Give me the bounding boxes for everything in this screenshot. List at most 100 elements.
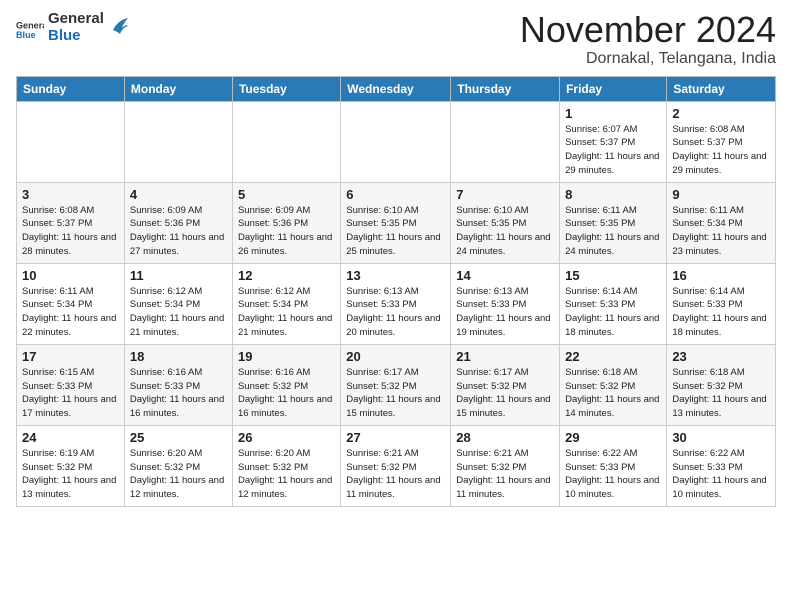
day-info: Sunrise: 6:14 AM Sunset: 5:33 PM Dayligh… <box>565 285 661 340</box>
table-row <box>341 101 451 182</box>
table-row: 11 Sunrise: 6:12 AM Sunset: 5:34 PM Dayli… <box>124 263 232 344</box>
day-info: Sunrise: 6:09 AM Sunset: 5:36 PM Dayligh… <box>130 204 227 259</box>
day-number: 2 <box>672 106 770 121</box>
table-row <box>451 101 560 182</box>
table-row: 7Sunrise: 6:10 AM Sunset: 5:35 PM Daylig… <box>451 182 560 263</box>
day-info: Sunrise: 6:22 AM Sunset: 5:33 PM Dayligh… <box>672 447 770 502</box>
day-number: 29 <box>565 430 661 445</box>
header-tuesday: Tuesday <box>232 76 340 101</box>
header-friday: Friday <box>560 76 667 101</box>
day-info: Sunrise: 6:11 AM Sunset: 5:35 PM Dayligh… <box>565 204 661 259</box>
day-number: 4 <box>130 187 227 202</box>
header: General Blue General Blue November 2024 … <box>16 10 776 68</box>
day-info: Sunrise: 6:10 AM Sunset: 5:35 PM Dayligh… <box>346 204 445 259</box>
svg-text:General: General <box>16 21 44 31</box>
day-info: Sunrise: 6:08 AM Sunset: 5:37 PM Dayligh… <box>672 123 770 178</box>
day-number: 20 <box>346 349 445 364</box>
table-row: 28Sunrise: 6:21 AM Sunset: 5:32 PM Dayli… <box>451 425 560 506</box>
day-number: 13 <box>346 268 445 283</box>
table-row: 6 Sunrise: 6:10 AM Sunset: 5:35 PM Daylig… <box>341 182 451 263</box>
header-wednesday: Wednesday <box>341 76 451 101</box>
day-number: 9 <box>672 187 770 202</box>
day-number: 18 <box>130 349 227 364</box>
day-info: Sunrise: 6:22 AM Sunset: 5:33 PM Dayligh… <box>565 447 661 502</box>
table-row <box>17 101 125 182</box>
table-row: 27 Sunrise: 6:21 AM Sunset: 5:32 PM Dayli… <box>341 425 451 506</box>
table-row: 1 Sunrise: 6:07 AM Sunset: 5:37 PM Daylig… <box>560 101 667 182</box>
table-row: 5 Sunrise: 6:09 AM Sunset: 5:36 PM Daylig… <box>232 182 340 263</box>
calendar-week-row: 17 Sunrise: 6:15 AM Sunset: 5:33 PM Dayli… <box>17 344 776 425</box>
day-info: Sunrise: 6:21 AM Sunset: 5:32 PM Dayligh… <box>346 447 445 502</box>
day-info: Sunrise: 6:17 AM Sunset: 5:32 PM Dayligh… <box>346 366 445 421</box>
day-info: Sunrise: 6:20 AM Sunset: 5:32 PM Dayligh… <box>130 447 227 502</box>
table-row: 9Sunrise: 6:11 AM Sunset: 5:34 PM Daylig… <box>667 182 776 263</box>
day-number: 16 <box>672 268 770 283</box>
logo-general: General <box>48 10 104 27</box>
day-info: Sunrise: 6:08 AM Sunset: 5:37 PM Dayligh… <box>22 204 119 259</box>
table-row <box>232 101 340 182</box>
day-number: 27 <box>346 430 445 445</box>
table-row: 30Sunrise: 6:22 AM Sunset: 5:33 PM Dayli… <box>667 425 776 506</box>
table-row: 13 Sunrise: 6:13 AM Sunset: 5:33 PM Dayli… <box>341 263 451 344</box>
table-row: 14Sunrise: 6:13 AM Sunset: 5:33 PM Dayli… <box>451 263 560 344</box>
calendar-week-row: 3 Sunrise: 6:08 AM Sunset: 5:37 PM Daylig… <box>17 182 776 263</box>
day-info: Sunrise: 6:16 AM Sunset: 5:33 PM Dayligh… <box>130 366 227 421</box>
calendar-week-row: 10 Sunrise: 6:11 AM Sunset: 5:34 PM Dayli… <box>17 263 776 344</box>
calendar-week-row: 1 Sunrise: 6:07 AM Sunset: 5:37 PM Daylig… <box>17 101 776 182</box>
day-number: 11 <box>130 268 227 283</box>
day-number: 22 <box>565 349 661 364</box>
table-row: 4 Sunrise: 6:09 AM Sunset: 5:36 PM Daylig… <box>124 182 232 263</box>
day-number: 19 <box>238 349 335 364</box>
day-number: 25 <box>130 430 227 445</box>
day-number: 15 <box>565 268 661 283</box>
day-info: Sunrise: 6:13 AM Sunset: 5:33 PM Dayligh… <box>456 285 554 340</box>
day-info: Sunrise: 6:09 AM Sunset: 5:36 PM Dayligh… <box>238 204 335 259</box>
day-number: 1 <box>565 106 661 121</box>
day-number: 23 <box>672 349 770 364</box>
logo-bird-icon <box>108 16 130 38</box>
day-number: 10 <box>22 268 119 283</box>
table-row: 10 Sunrise: 6:11 AM Sunset: 5:34 PM Dayli… <box>17 263 125 344</box>
day-number: 7 <box>456 187 554 202</box>
day-info: Sunrise: 6:18 AM Sunset: 5:32 PM Dayligh… <box>672 366 770 421</box>
header-sunday: Sunday <box>17 76 125 101</box>
day-info: Sunrise: 6:20 AM Sunset: 5:32 PM Dayligh… <box>238 447 335 502</box>
title-block: November 2024 Dornakal, Telangana, India <box>520 10 776 68</box>
day-number: 8 <box>565 187 661 202</box>
calendar-week-row: 24 Sunrise: 6:19 AM Sunset: 5:32 PM Dayli… <box>17 425 776 506</box>
day-info: Sunrise: 6:11 AM Sunset: 5:34 PM Dayligh… <box>22 285 119 340</box>
day-number: 28 <box>456 430 554 445</box>
table-row: 3 Sunrise: 6:08 AM Sunset: 5:37 PM Daylig… <box>17 182 125 263</box>
day-info: Sunrise: 6:13 AM Sunset: 5:33 PM Dayligh… <box>346 285 445 340</box>
table-row: 15 Sunrise: 6:14 AM Sunset: 5:33 PM Dayli… <box>560 263 667 344</box>
day-info: Sunrise: 6:12 AM Sunset: 5:34 PM Dayligh… <box>238 285 335 340</box>
table-row: 20 Sunrise: 6:17 AM Sunset: 5:32 PM Dayli… <box>341 344 451 425</box>
table-row: 24 Sunrise: 6:19 AM Sunset: 5:32 PM Dayli… <box>17 425 125 506</box>
day-number: 24 <box>22 430 119 445</box>
day-info: Sunrise: 6:15 AM Sunset: 5:33 PM Dayligh… <box>22 366 119 421</box>
logo: General Blue General Blue <box>16 10 130 45</box>
day-info: Sunrise: 6:14 AM Sunset: 5:33 PM Dayligh… <box>672 285 770 340</box>
table-row: 21Sunrise: 6:17 AM Sunset: 5:32 PM Dayli… <box>451 344 560 425</box>
header-monday: Monday <box>124 76 232 101</box>
table-row: 17 Sunrise: 6:15 AM Sunset: 5:33 PM Dayli… <box>17 344 125 425</box>
table-row: 18 Sunrise: 6:16 AM Sunset: 5:33 PM Dayli… <box>124 344 232 425</box>
day-number: 5 <box>238 187 335 202</box>
svg-text:Blue: Blue <box>16 30 36 40</box>
day-info: Sunrise: 6:12 AM Sunset: 5:34 PM Dayligh… <box>130 285 227 340</box>
logo-blue: Blue <box>48 27 104 44</box>
day-number: 3 <box>22 187 119 202</box>
header-saturday: Saturday <box>667 76 776 101</box>
table-row: 23 Sunrise: 6:18 AM Sunset: 5:32 PM Dayli… <box>667 344 776 425</box>
table-row: 29 Sunrise: 6:22 AM Sunset: 5:33 PM Dayli… <box>560 425 667 506</box>
table-row: 26 Sunrise: 6:20 AM Sunset: 5:32 PM Dayli… <box>232 425 340 506</box>
day-number: 17 <box>22 349 119 364</box>
month-title: November 2024 <box>520 10 776 50</box>
weekday-header-row: Sunday Monday Tuesday Wednesday Thursday… <box>17 76 776 101</box>
day-number: 26 <box>238 430 335 445</box>
page: General Blue General Blue November 2024 … <box>0 0 792 517</box>
table-row <box>124 101 232 182</box>
day-info: Sunrise: 6:19 AM Sunset: 5:32 PM Dayligh… <box>22 447 119 502</box>
day-info: Sunrise: 6:07 AM Sunset: 5:37 PM Dayligh… <box>565 123 661 178</box>
day-number: 6 <box>346 187 445 202</box>
